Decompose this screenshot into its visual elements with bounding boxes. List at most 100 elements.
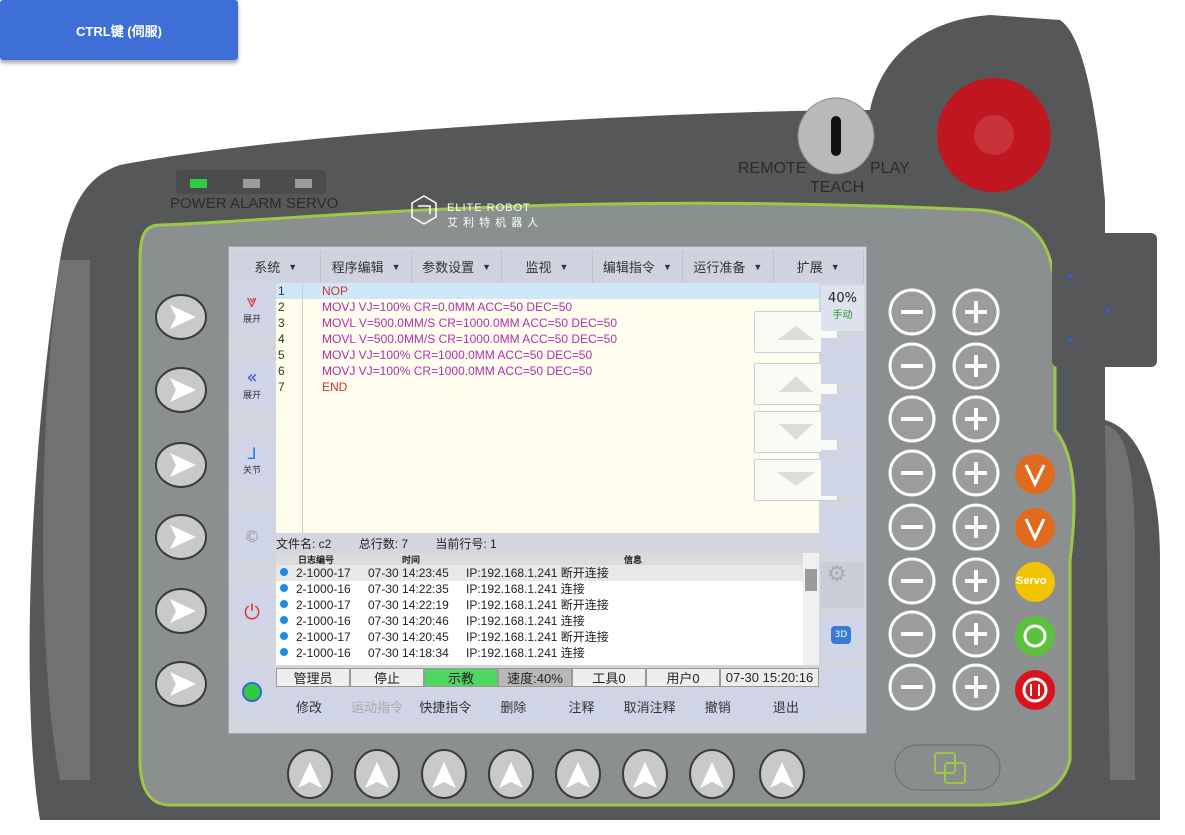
- undo-button[interactable]: 撤销: [684, 689, 751, 723]
- log-time: 07-30 14:18:34: [368, 646, 449, 660]
- log-id: 2-1000-17: [296, 598, 351, 612]
- log-scrollbar[interactable]: [803, 553, 819, 665]
- right-side-button-3[interactable]: [821, 394, 864, 440]
- log-msg: IP:192.168.1.241 连接: [466, 582, 585, 596]
- menu-edit-instruction[interactable]: 编辑指令 ▼: [593, 250, 684, 283]
- menu-monitor[interactable]: 监视 ▼: [502, 250, 593, 283]
- program-line[interactable]: 5 MOVJ VJ=100% CR=1000.0MM ACC=50 DEC=50: [276, 347, 819, 363]
- scrollbar-thumb[interactable]: [805, 569, 817, 591]
- power-side-button[interactable]: ⏻: [231, 587, 273, 637]
- right-side-button-2[interactable]: [821, 338, 864, 384]
- status-mode: 示教: [424, 668, 498, 687]
- status-user[interactable]: 管理员: [276, 668, 350, 687]
- right-side-button-5[interactable]: [821, 506, 864, 552]
- log-row[interactable]: 2-1000-16 07-30 14:22:35 IP:192.168.1.241 …: [276, 581, 803, 597]
- soft-key-f4[interactable]: [156, 515, 206, 559]
- servo-label: SERVO: [286, 195, 339, 212]
- program-line[interactable]: 4 MOVL V=500.0MM/S CR=1000.0MM ACC=50 DEC…: [276, 331, 819, 347]
- soft-key-f1[interactable]: [156, 295, 206, 339]
- line-number: 5: [278, 348, 285, 362]
- speed-button[interactable]: 40% 手动: [821, 285, 864, 331]
- soft-key-f3[interactable]: [156, 443, 206, 487]
- main-menu-bar: 系统 ▼ 程序编辑 ▼ 参数设置 ▼ 监视 ▼ 编辑指令 ▼ 运行准备 ▼ 扩展 ▼: [231, 250, 864, 283]
- log-row[interactable]: 2-1000-17 07-30 14:22:19 IP:192.168.1.241 …: [276, 597, 803, 613]
- program-line[interactable]: 3 MOVL V=500.0MM/S CR=1000.0MM ACC=50 DEC…: [276, 315, 819, 331]
- soft-key-f6[interactable]: [156, 662, 206, 706]
- menu-extend[interactable]: 扩展 ▼: [774, 250, 864, 283]
- log-msg: IP:192.168.1.241 连接: [466, 614, 585, 628]
- expand-left-button[interactable]: « 展开: [231, 359, 273, 409]
- log-msg: IP:192.168.1.241 断开连接: [466, 566, 609, 580]
- log-id: 2-1000-17: [296, 630, 351, 644]
- menu-parameters[interactable]: 参数设置 ▼: [412, 250, 503, 283]
- log-row[interactable]: 2-1000-17 07-30 14:20:45 IP:192.168.1.241 …: [276, 629, 803, 645]
- log-msg: IP:192.168.1.241 连接: [466, 646, 585, 660]
- soft-key-f2[interactable]: [156, 368, 206, 412]
- expand-down-label: 展开: [242, 315, 261, 325]
- emergency-stop-button[interactable]: [937, 78, 1051, 192]
- log-msg: IP:192.168.1.241 断开连接: [466, 630, 609, 644]
- program-line[interactable]: 1 NOP: [276, 283, 819, 299]
- joint-coord-button[interactable]: ⅃ 关节: [231, 435, 273, 485]
- log-time: 07-30 14:22:19: [368, 598, 449, 612]
- log-msg: IP:192.168.1.241 断开连接: [466, 598, 609, 612]
- alarm-led: [243, 179, 260, 188]
- menu-program-edit[interactable]: 程序编辑 ▼: [321, 250, 412, 283]
- line-number: 6: [278, 364, 285, 378]
- info-icon: [280, 648, 288, 656]
- caret-down-icon: ▼: [288, 261, 298, 272]
- window-switch-button[interactable]: [895, 745, 1000, 790]
- menu-monitor-label: 监视: [525, 260, 552, 275]
- alarm-label: ALARM: [230, 195, 282, 212]
- 3d-view-icon: 3D: [831, 626, 851, 644]
- line-code: MOVJ VJ=100% CR=1000.0MM ACC=50 DEC=50: [322, 348, 593, 362]
- right-side-button-8[interactable]: [821, 670, 864, 716]
- modify-button[interactable]: 修改: [276, 689, 343, 723]
- status-userframe[interactable]: 用户0: [646, 668, 720, 687]
- 3d-view-button[interactable]: 3D: [821, 614, 864, 660]
- status-indicator-button[interactable]: [231, 667, 273, 717]
- comment-button[interactable]: 注释: [548, 689, 615, 723]
- expand-down-button[interactable]: ⩔ 展开: [231, 283, 273, 333]
- file-info-bar: 文件名: c2 总行数: 7 当前行号: 1: [276, 535, 819, 551]
- log-header: 日志编号 时间 信息: [276, 553, 803, 566]
- delete-button[interactable]: 删除: [480, 689, 547, 723]
- menu-extend-label: 扩展: [796, 260, 823, 275]
- program-line[interactable]: 7 END: [276, 379, 819, 395]
- bottom-toolbar: 修改 运动指令 快捷指令 删除 注释 取消注释 撤销 退出: [276, 689, 819, 723]
- menu-edit-instruction-label: 编辑指令: [602, 260, 655, 275]
- motion-instruction-button[interactable]: 运动指令: [344, 689, 411, 723]
- status-time: 07-30 15:20:16: [720, 668, 819, 687]
- program-editor[interactable]: 1 NOP 2 MOVJ VJ=100% CR=0.0MM ACC=50 DEC=5…: [276, 283, 838, 533]
- uncomment-button[interactable]: 取消注释: [616, 689, 683, 723]
- double-chevron-left-icon: «: [246, 367, 258, 388]
- caret-down-icon: ▼: [482, 261, 492, 272]
- log-row[interactable]: 2-1000-17 07-30 14:23:45 IP:192.168.1.241 …: [276, 565, 803, 581]
- disabled-side-button[interactable]: ©: [231, 511, 273, 561]
- cycle-icon: ©: [244, 526, 260, 546]
- speed-mode: 手动: [832, 310, 853, 321]
- servo-button[interactable]: Servo: [1016, 575, 1047, 587]
- robot-arm-button[interactable]: ⚙: [821, 562, 864, 608]
- program-line[interactable]: 2 MOVJ VJ=100% CR=0.0MM ACC=50 DEC=50: [276, 299, 819, 315]
- soft-key-f5[interactable]: [156, 589, 206, 633]
- menu-program-edit-label: 程序编辑: [331, 260, 384, 275]
- menu-system[interactable]: 系统 ▼: [231, 250, 322, 283]
- program-line[interactable]: 6 MOVJ VJ=100% CR=1000.0MM ACC=50 DEC=50: [276, 363, 819, 379]
- log-row[interactable]: 2-1000-16 07-30 14:18:34 IP:192.168.1.241 …: [276, 645, 803, 661]
- menu-run-prep[interactable]: 运行准备 ▼: [683, 250, 774, 283]
- caret-down-icon: ▼: [391, 261, 401, 272]
- log-table[interactable]: 日志编号 时间 信息 2-1000-17 07-30 14:23:45 IP:192…: [276, 553, 819, 665]
- right-side-button-4[interactable]: [821, 450, 864, 496]
- log-time: 07-30 14:20:46: [368, 614, 449, 628]
- exit-button[interactable]: 退出: [752, 689, 819, 723]
- speed-value: 40%: [828, 291, 857, 306]
- remote-label: REMOTE: [738, 160, 807, 177]
- mode-key-switch[interactable]: [799, 98, 875, 174]
- line-number: 3: [278, 316, 285, 330]
- log-row[interactable]: 2-1000-16 07-30 14:20:46 IP:192.168.1.241 …: [276, 613, 803, 629]
- line-code: END: [322, 380, 348, 394]
- status-tool[interactable]: 工具0: [572, 668, 646, 687]
- gutter-divider: [302, 283, 303, 533]
- quick-instruction-button[interactable]: 快捷指令: [412, 689, 479, 723]
